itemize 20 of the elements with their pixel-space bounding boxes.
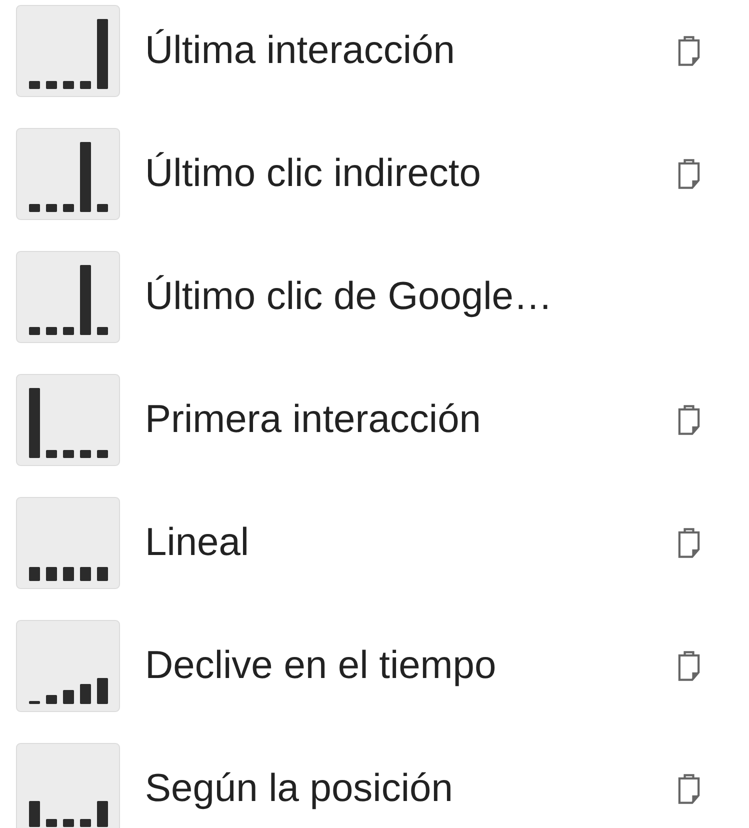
attribution-chart-icon[interactable] (16, 128, 120, 220)
model-name: Según la posición (145, 767, 454, 811)
clipboard-icon[interactable] (677, 157, 701, 191)
clipboard-icon[interactable] (677, 526, 701, 560)
model-name: Lineal (145, 521, 250, 565)
attribution-chart-icon[interactable] (16, 251, 120, 343)
clipboard-icon[interactable] (677, 649, 701, 683)
model-name: Última interacción (145, 29, 456, 73)
clipboard-icon[interactable] (677, 772, 701, 806)
model-name: Último clic de Google… (145, 275, 554, 319)
model-name: Primera interacción (145, 398, 482, 442)
attribution-chart-icon[interactable] (16, 374, 120, 466)
model-name: Último clic indirecto (145, 152, 482, 196)
clipboard-icon[interactable] (677, 403, 701, 437)
attribution-chart-icon[interactable] (16, 5, 120, 97)
model-name: Declive en el tiempo (145, 644, 498, 688)
attribution-chart-icon[interactable] (16, 743, 120, 828)
attribution-chart-icon[interactable] (16, 497, 120, 589)
clipboard-icon[interactable] (677, 34, 701, 68)
attribution-chart-icon[interactable] (16, 620, 120, 712)
